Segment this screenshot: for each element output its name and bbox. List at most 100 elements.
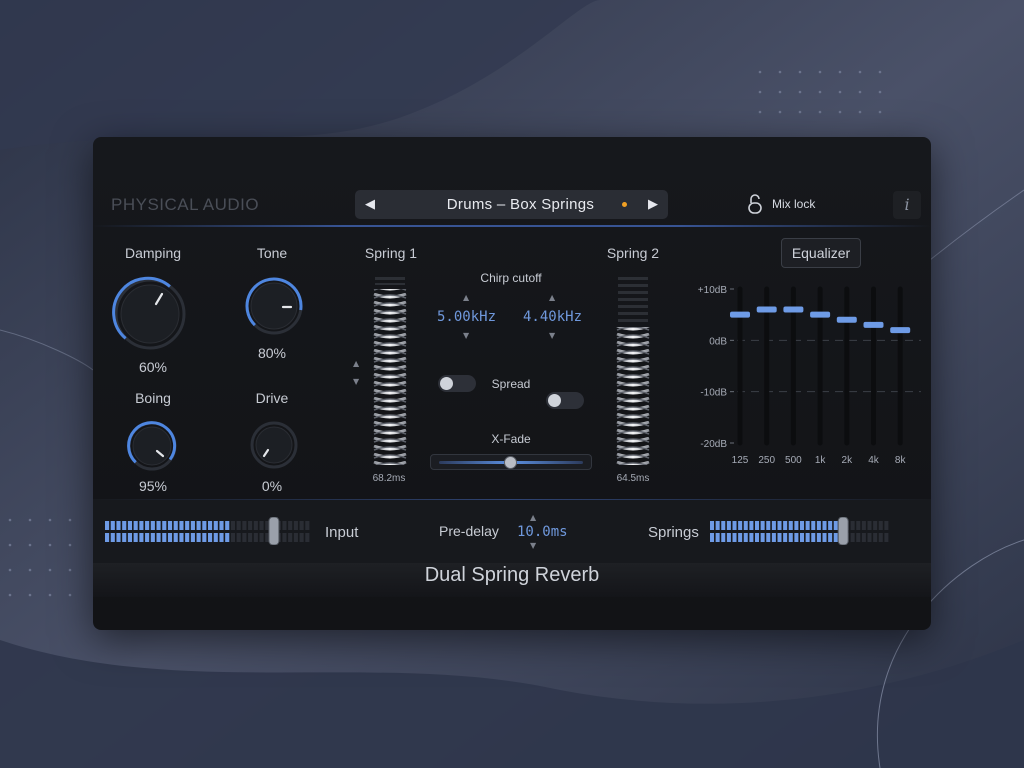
meter-segment [225, 521, 230, 530]
eq-band-handle[interactable] [863, 321, 884, 328]
meter-segment [794, 521, 799, 530]
next-preset-button[interactable]: ▶ [648, 197, 658, 212]
eq-band-handle[interactable] [756, 306, 777, 313]
bottom-divider [93, 499, 931, 500]
meter-segment [766, 521, 771, 530]
meter-segment [721, 533, 726, 542]
meter-segment [738, 521, 743, 530]
eq-band-label: 250 [758, 455, 775, 466]
eq-scale-label: -20dB [700, 439, 727, 450]
mix-lock-toggle[interactable]: Mix lock [748, 194, 815, 214]
meter-segment [861, 533, 866, 542]
meter-segment [833, 521, 838, 530]
eq-band-handle[interactable] [810, 311, 831, 318]
springs-meter[interactable] [710, 517, 890, 545]
spring2-coil[interactable] [614, 277, 652, 467]
chirp-right-up-arrow[interactable]: ▲ [549, 293, 555, 302]
meter-segment [822, 533, 827, 542]
meter-segment [850, 533, 855, 542]
spread-left-toggle[interactable] [438, 375, 476, 392]
meter-segment [213, 533, 218, 542]
chirp-left-value[interactable]: 5.00kHz [437, 309, 496, 325]
predelay-down-arrow[interactable]: ▼ [530, 541, 536, 550]
damping-knob[interactable] [111, 275, 189, 353]
chirp-left-down-arrow[interactable]: ▼ [463, 331, 469, 340]
meter-segment [116, 521, 121, 530]
predelay-value[interactable]: 10.0ms [517, 524, 568, 540]
meter-segment [219, 533, 224, 542]
meter-segment [230, 521, 236, 530]
meter-segment [305, 533, 310, 542]
meter-segment [208, 533, 213, 542]
meter-segment [828, 521, 833, 530]
meter-segment [282, 533, 287, 542]
meter-segment [749, 533, 754, 542]
meter-segment [162, 521, 167, 530]
spring1-down-arrow[interactable]: ▼ [353, 377, 359, 386]
chirp-left-up-arrow[interactable]: ▲ [463, 293, 469, 302]
meter-segment [766, 533, 771, 542]
meter-segment [122, 521, 127, 530]
meter-segment [715, 533, 720, 542]
xfade-thumb[interactable] [504, 456, 517, 469]
meter-segment [156, 533, 161, 542]
meter-segment [173, 533, 178, 542]
meter-segment [167, 533, 173, 542]
xfade-label: X-Fade [491, 432, 531, 446]
meter-segment [139, 521, 144, 530]
meter-segment [219, 521, 224, 530]
preset-name[interactable]: Drums – Box Springs [447, 196, 594, 213]
eq-band-label: 2k [842, 455, 854, 466]
meter-segment [811, 521, 816, 530]
meter-segment [190, 533, 195, 542]
drive-knob[interactable] [248, 419, 300, 471]
xfade-slider[interactable] [430, 454, 592, 470]
meter-segment [190, 521, 195, 530]
meter-fader-thumb[interactable] [268, 517, 280, 545]
meter-segment [110, 521, 115, 530]
boing-knob[interactable] [125, 419, 179, 473]
eq-band-handle[interactable] [890, 327, 911, 334]
meter-segment [253, 521, 258, 530]
meter-segment [861, 521, 866, 530]
preset-selector[interactable]: ◀ Drums – Box Springs ▶ [355, 190, 668, 219]
eq-band-label: 4k [868, 455, 880, 466]
eq-band-handle[interactable] [836, 316, 857, 323]
tone-knob[interactable] [243, 275, 305, 337]
tone-label: Tone [256, 245, 288, 261]
preset-modified-indicator [622, 202, 627, 207]
spread-right-toggle[interactable] [546, 392, 584, 409]
header-divider [93, 225, 931, 227]
boing-value: 95% [138, 478, 168, 494]
equalizer-button[interactable]: Equalizer [781, 238, 861, 268]
meter-fader-thumb[interactable] [837, 517, 849, 545]
chirp-right-value[interactable]: 4.40kHz [523, 309, 582, 325]
chirp-cutoff-label: Chirp cutoff [480, 271, 542, 285]
meter-segment [726, 533, 731, 542]
spring1-coil[interactable] [371, 277, 409, 467]
eq-band-handle[interactable] [783, 306, 804, 313]
spring2-time: 64.5ms [616, 473, 650, 484]
info-button[interactable]: i [893, 191, 921, 219]
meter-segment [867, 533, 872, 542]
meter-segment [771, 521, 776, 530]
input-meter[interactable] [105, 517, 311, 545]
eq-band-handle[interactable] [730, 311, 750, 318]
chirp-right-down-arrow[interactable]: ▼ [549, 331, 555, 340]
meter-segment [732, 533, 737, 542]
prev-preset-button[interactable]: ◀ [365, 197, 375, 212]
meter-segment [743, 533, 748, 542]
meter-segment [139, 533, 144, 542]
equalizer-graph[interactable]: +10dB 0dB -10dB -20dB 125 250 500 1k 2k 4k 8k [689, 279, 929, 471]
meter-segment [788, 533, 793, 542]
input-label: Input [325, 524, 359, 541]
meter-segment [800, 521, 805, 530]
meter-segment [150, 533, 155, 542]
meter-segment [133, 533, 138, 542]
meter-segment [167, 521, 173, 530]
meter-segment [828, 533, 833, 542]
spring1-up-arrow[interactable]: ▲ [353, 359, 359, 368]
predelay-up-arrow[interactable]: ▲ [530, 513, 536, 522]
meter-segment [179, 521, 184, 530]
meter-segment [225, 533, 230, 542]
